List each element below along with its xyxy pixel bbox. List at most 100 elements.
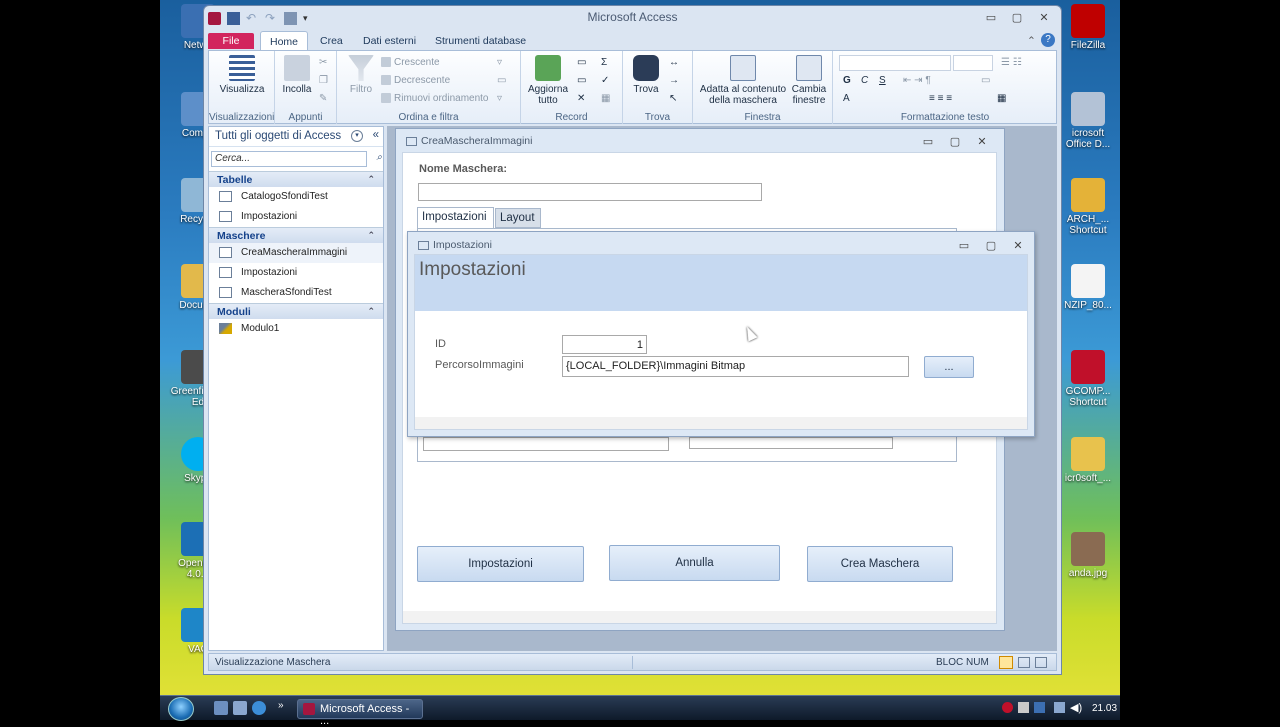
form2-maximize-button[interactable]: ▢ xyxy=(981,239,1001,252)
toggle-filter-icon[interactable]: ▿ xyxy=(497,93,502,104)
tab-home[interactable]: Home xyxy=(260,31,309,52)
internet-explorer-icon[interactable] xyxy=(252,701,266,715)
tab-file[interactable]: File xyxy=(208,33,254,49)
gridlines-icon[interactable]: ▦ xyxy=(997,93,1006,104)
delete-record-icon[interactable]: ✕ xyxy=(577,93,585,104)
nav-search-input[interactable]: Cerca... ⌕ xyxy=(211,151,382,167)
italic-button[interactable]: C xyxy=(861,75,868,86)
datasheet-view-icon[interactable] xyxy=(1018,657,1030,668)
nav-menu-icon[interactable]: ▾ xyxy=(351,130,363,142)
tray-icon-2[interactable] xyxy=(1018,702,1029,713)
filtro-button[interactable]: Filtro xyxy=(341,55,381,95)
nome-maschera-input[interactable] xyxy=(418,183,762,201)
underline-button[interactable]: S xyxy=(879,75,886,86)
select-icon[interactable]: ↖ xyxy=(669,93,677,104)
new-record-icon[interactable]: ▭ xyxy=(577,57,586,68)
tab-crea[interactable]: Crea xyxy=(311,33,352,49)
switch-windows-icon[interactable] xyxy=(233,701,247,715)
font-size-dropdown[interactable] xyxy=(953,55,993,71)
form1-maximize-button[interactable]: ▢ xyxy=(945,135,965,148)
nav-item-creamaschera[interactable]: CreaMascheraImmagini xyxy=(209,243,383,263)
quicklaunch-more-icon[interactable]: » xyxy=(278,700,284,711)
save-record-icon[interactable]: ▭ xyxy=(577,75,586,86)
desktop-icon-filezilla[interactable]: FileZilla xyxy=(1058,4,1118,51)
visualizza-button[interactable]: Visualizza xyxy=(217,55,267,95)
rimuovi-ordinamento-button[interactable]: Rimuovi ordinamento xyxy=(381,93,489,104)
desktop-icon-nzip[interactable]: NZIP_80... xyxy=(1058,264,1118,311)
trova-button[interactable]: Trova xyxy=(629,55,663,95)
nav-item-modulo1[interactable]: Modulo1 xyxy=(209,319,383,339)
close-button[interactable]: ✕ xyxy=(1034,11,1054,24)
nome-maschera-label: Nome Maschera: xyxy=(419,163,508,175)
adatta-button[interactable]: Adatta al contenuto della maschera xyxy=(697,55,789,106)
spelling-icon[interactable]: ✓ xyxy=(601,75,609,86)
font-color-button[interactable]: A xyxy=(843,93,850,104)
id-field[interactable]: 1 xyxy=(562,335,647,354)
replace-icon[interactable]: ↔ xyxy=(669,57,679,68)
selection-filter-icon[interactable]: ▿ xyxy=(497,57,502,68)
desktop-icon-folder[interactable]: icr0soft_... xyxy=(1058,437,1118,484)
annulla-button[interactable]: Annulla xyxy=(609,545,780,581)
nav-collapse-icon[interactable]: « xyxy=(373,129,379,141)
network-icon[interactable] xyxy=(1054,702,1065,713)
tab-page-field-2[interactable] xyxy=(689,437,893,449)
design-view-icon[interactable] xyxy=(1035,657,1047,668)
tray-icon-3[interactable] xyxy=(1034,702,1045,713)
tab-page-field-1[interactable] xyxy=(423,437,669,451)
form2-minimize-button[interactable]: ▭ xyxy=(954,239,974,252)
desktop-icon-image[interactable]: anda.jpg xyxy=(1058,532,1118,579)
nav-category-tabelle[interactable]: Tabelle ⌃ xyxy=(209,171,383,187)
maximize-button[interactable]: ▢ xyxy=(1007,11,1027,24)
format-painter-icon[interactable]: ✎ xyxy=(319,93,327,104)
nav-header[interactable]: Tutti gli oggetti di Access ▾ « xyxy=(209,127,383,147)
align-icons[interactable]: ≡ ≡ ≡ xyxy=(929,93,952,104)
nav-item-catalogo[interactable]: CatalogoSfondiTest xyxy=(209,187,383,207)
volume-icon[interactable]: ◀) xyxy=(1070,701,1082,714)
aggiorna-tutto-button[interactable]: Aggiorna tutto xyxy=(523,55,573,106)
percorso-immagini-field[interactable]: {LOCAL_FOLDER}\Immagini Bitmap xyxy=(562,356,909,377)
nav-category-maschere[interactable]: Maschere ⌃ xyxy=(209,227,383,243)
show-desktop-icon[interactable] xyxy=(214,701,228,715)
bold-button[interactable]: G xyxy=(843,75,851,86)
crescente-button[interactable]: Crescente xyxy=(381,57,440,68)
tray-icon-1[interactable] xyxy=(1002,702,1013,713)
incolla-button[interactable]: Incolla xyxy=(279,55,315,95)
form2-close-button[interactable]: ✕ xyxy=(1008,239,1028,252)
impostazioni-button[interactable]: Impostazioni xyxy=(417,546,584,582)
start-button[interactable] xyxy=(168,697,194,721)
form-view-icon[interactable] xyxy=(999,656,1013,669)
help-icon[interactable]: ? xyxy=(1041,33,1055,47)
taskbar-access-button[interactable]: Microsoft Access - ... xyxy=(297,699,423,727)
nav-header-label: Tutti gli oggetti di Access xyxy=(215,130,342,142)
indent-icons[interactable]: ⇤ ⇥ ¶ xyxy=(903,75,931,86)
decrescente-button[interactable]: Decrescente xyxy=(381,75,450,86)
more-record-icon[interactable]: ▦ xyxy=(601,93,610,104)
tab-strumenti-database[interactable]: Strumenti database xyxy=(426,33,535,49)
nav-item-impostazioni-form[interactable]: Impostazioni xyxy=(209,263,383,283)
cut-icon[interactable]: ✂ xyxy=(319,57,327,68)
cambia-finestre-button[interactable]: Cambia finestre xyxy=(787,55,831,106)
minimize-button[interactable]: ▭ xyxy=(981,11,1001,24)
alt-row-icon[interactable]: ▭ xyxy=(981,75,990,86)
goto-icon[interactable]: → xyxy=(669,75,679,86)
nav-item-mascherasfondi[interactable]: MascheraSfondiTest xyxy=(209,283,383,303)
desktop-icon-arch[interactable]: ARCH_... Shortcut xyxy=(1058,178,1118,236)
desktop-icon-office[interactable]: icrosoft Office D... xyxy=(1058,92,1118,150)
form1-close-button[interactable]: ✕ xyxy=(972,135,992,148)
tab-layout[interactable]: Layout xyxy=(495,208,541,228)
totals-icon[interactable]: Σ xyxy=(601,57,607,68)
nav-item-impostazioni-table[interactable]: Impostazioni xyxy=(209,207,383,227)
font-name-dropdown[interactable] xyxy=(839,55,951,71)
list-icons[interactable]: ☰ ☷ xyxy=(1001,57,1022,68)
advanced-filter-icon[interactable]: ▭ xyxy=(497,75,506,86)
tab-impostazioni[interactable]: Impostazioni xyxy=(417,207,494,228)
copy-icon[interactable]: ❐ xyxy=(319,75,328,86)
nav-category-moduli[interactable]: Moduli ⌃ xyxy=(209,303,383,319)
browse-folder-button[interactable]: ... xyxy=(924,356,974,378)
desktop-icon-gcomp[interactable]: GCOMP... Shortcut xyxy=(1058,350,1118,408)
crea-maschera-button[interactable]: Crea Maschera xyxy=(807,546,953,582)
clock[interactable]: 21.03 xyxy=(1092,703,1117,714)
form1-minimize-button[interactable]: ▭ xyxy=(918,135,938,148)
search-icon[interactable]: ⌕ xyxy=(376,152,382,163)
tab-dati-esterni[interactable]: Dati esterni xyxy=(354,33,425,49)
